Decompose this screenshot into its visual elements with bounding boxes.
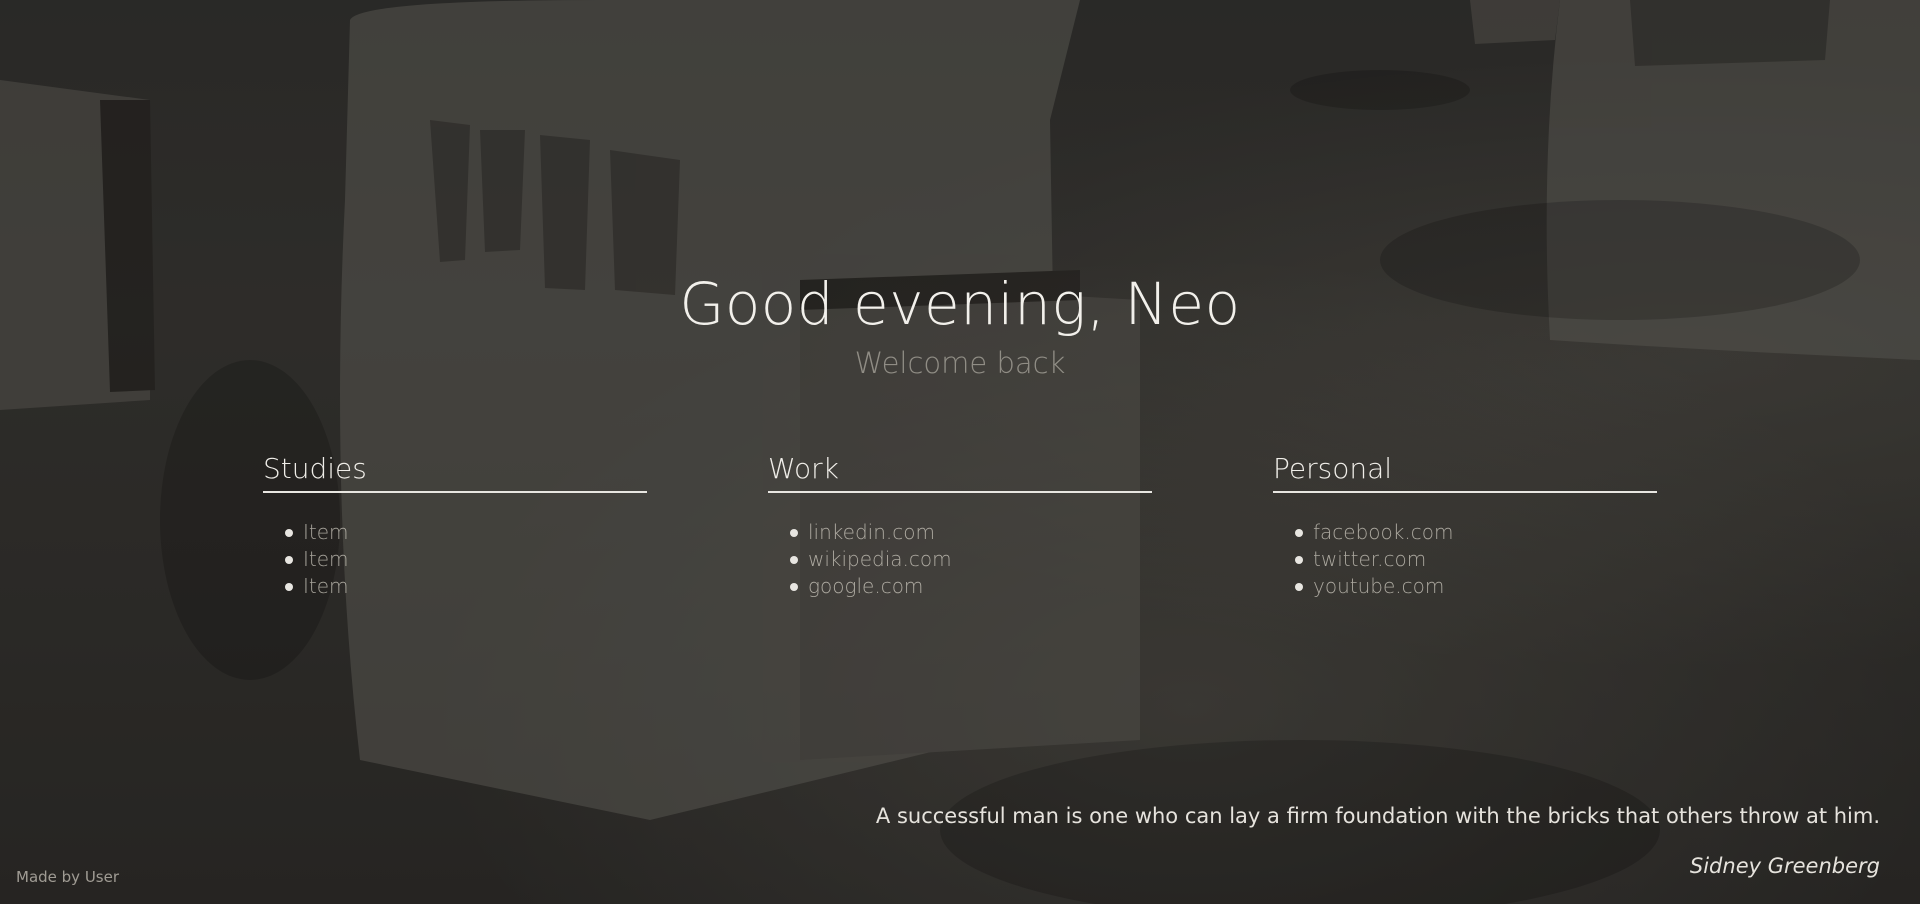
- column-title-personal: Personal: [1273, 449, 1657, 493]
- welcome-subtitle: Welcome back: [854, 346, 1066, 380]
- column-title-studies: Studies: [263, 449, 647, 493]
- links-column-work: Work linkedin.com wikipedia.com google.c…: [768, 449, 1152, 600]
- link-item[interactable]: Item: [303, 547, 349, 571]
- list-item: youtube.com: [1295, 573, 1657, 600]
- list-item: linkedin.com: [790, 519, 1152, 546]
- link-youtube[interactable]: youtube.com: [1313, 574, 1444, 598]
- link-item[interactable]: Item: [303, 520, 349, 544]
- link-linkedin[interactable]: linkedin.com: [808, 520, 935, 544]
- main-content: Good evening, Neo Welcome back Studies I…: [0, 0, 1920, 904]
- column-title-work: Work: [768, 449, 1152, 493]
- list-item: wikipedia.com: [790, 546, 1152, 573]
- link-list-studies: Item Item Item: [263, 519, 647, 600]
- list-item: Item: [285, 519, 647, 546]
- link-twitter[interactable]: twitter.com: [1313, 547, 1426, 571]
- link-google[interactable]: google.com: [808, 574, 923, 598]
- link-wikipedia[interactable]: wikipedia.com: [808, 547, 952, 571]
- quote-author: Sidney Greenberg: [1689, 854, 1880, 878]
- link-list-work: linkedin.com wikipedia.com google.com: [768, 519, 1152, 600]
- list-item: Item: [285, 573, 647, 600]
- list-item: twitter.com: [1295, 546, 1657, 573]
- link-item[interactable]: Item: [303, 574, 349, 598]
- list-item: facebook.com: [1295, 519, 1657, 546]
- footer-credit: Made by User: [16, 868, 120, 886]
- startpage: Good evening, Neo Welcome back Studies I…: [0, 0, 1920, 904]
- links-column-personal: Personal facebook.com twitter.com youtub…: [1273, 449, 1657, 600]
- links-column-studies: Studies Item Item Item: [263, 449, 647, 600]
- greeting-heading: Good evening, Neo: [679, 270, 1241, 338]
- link-list-personal: facebook.com twitter.com youtube.com: [1273, 519, 1657, 600]
- link-facebook[interactable]: facebook.com: [1313, 520, 1453, 544]
- list-item: google.com: [790, 573, 1152, 600]
- list-item: Item: [285, 546, 647, 573]
- quote-text: A successful man is one who can lay a fi…: [875, 804, 1880, 828]
